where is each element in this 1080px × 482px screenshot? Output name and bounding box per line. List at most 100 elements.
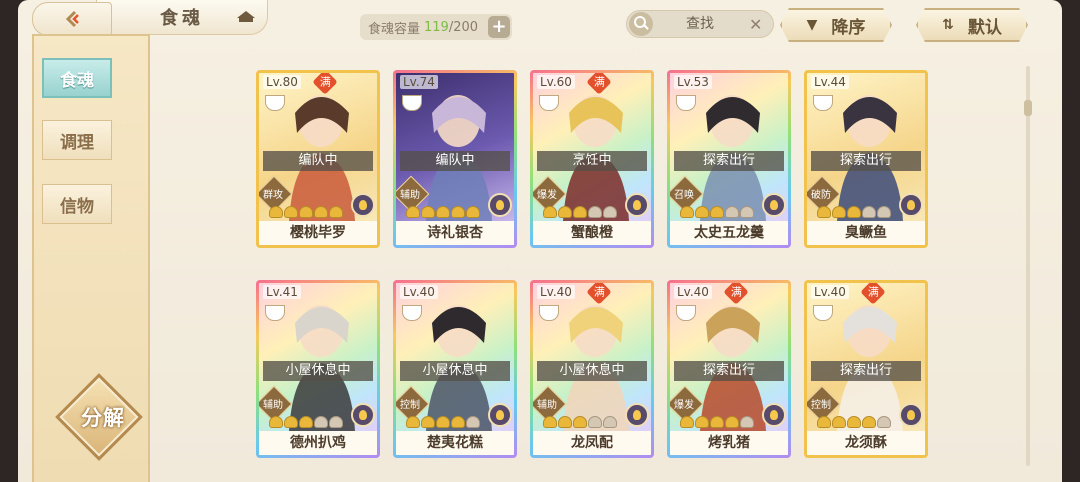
card-name: 楚夷花糕 <box>396 431 514 455</box>
star-icon <box>436 206 450 218</box>
top-bar: 食魂 食魂容量 119 /200 + ✕ <box>18 0 1062 44</box>
star-icon <box>284 206 298 218</box>
sort-mode-label: 默认 <box>967 17 1002 38</box>
star-icon <box>847 416 861 428</box>
star-icon <box>269 206 283 218</box>
element-icon <box>351 403 375 427</box>
sort-mode-button[interactable]: ⇅ 默认 <box>916 8 1028 42</box>
role-label: 召唤 <box>674 190 694 201</box>
star-icon <box>877 416 891 428</box>
sort-order-label: 降序 <box>831 17 866 38</box>
star-icon <box>680 206 694 218</box>
search-icon[interactable] <box>629 12 653 36</box>
clear-icon[interactable]: ✕ <box>749 15 762 34</box>
star-rating <box>680 206 754 218</box>
star-icon <box>466 416 480 428</box>
search-input[interactable] <box>653 15 747 33</box>
food-soul-card[interactable]: Lv.80 满编队中 群攻 樱桃毕罗 <box>256 70 380 248</box>
scrollbar-thumb[interactable] <box>1024 100 1032 116</box>
capacity-label: 食魂容量 <box>368 21 421 37</box>
sort-order-button[interactable]: ▼ 降序 <box>780 8 892 42</box>
element-icon <box>762 193 786 217</box>
role-label: 爆发 <box>674 400 694 411</box>
element-icon <box>625 403 649 427</box>
max-badge-label: 满 <box>867 285 879 298</box>
food-soul-card[interactable]: Lv.40 满探索出行 控制 龙须酥 <box>804 280 928 458</box>
bowl-icon <box>402 95 422 111</box>
status-label: 探索出行 <box>674 361 784 381</box>
star-icon <box>329 416 343 428</box>
level-label: Lv.40 <box>400 285 438 299</box>
star-icon <box>543 206 557 218</box>
star-icon <box>284 416 298 428</box>
search-box[interactable]: ✕ <box>626 10 774 38</box>
tab-label: 信物 <box>60 196 94 217</box>
card-grid: Lv.80 满编队中 群攻 樱桃毕罗 Lv.74 编队中 辅助 诗礼银杏 Lv.60 满烹饪中 爆发… <box>256 70 932 470</box>
element-icon <box>899 193 923 217</box>
food-soul-card[interactable]: Lv.53 探索出行 召唤 太史五龙羹 <box>667 70 791 248</box>
tab-conditioning[interactable]: 调理 <box>42 120 112 160</box>
max-badge-label: 满 <box>319 75 331 88</box>
tab-food-souls[interactable]: 食魂 <box>42 58 112 98</box>
star-icon <box>421 206 435 218</box>
level-label: Lv.53 <box>674 75 712 89</box>
star-icon <box>740 416 754 428</box>
chef-hat-icon <box>237 11 255 22</box>
food-soul-card[interactable]: Lv.41 小屋休息中 辅助 德州扒鸡 <box>256 280 380 458</box>
max-badge-label: 满 <box>730 285 742 298</box>
star-icon <box>269 416 283 428</box>
star-icon <box>329 206 343 218</box>
star-icon <box>436 416 450 428</box>
capacity-display: 食魂容量 119 /200 + <box>360 14 512 40</box>
star-rating <box>543 206 617 218</box>
decompose-label[interactable]: 分解 <box>70 402 136 432</box>
star-icon <box>406 206 420 218</box>
star-icon <box>451 416 465 428</box>
star-icon <box>543 416 557 428</box>
element-icon <box>762 403 786 427</box>
star-icon <box>862 416 876 428</box>
level-label: Lv.74 <box>400 75 438 89</box>
element-icon <box>899 403 923 427</box>
star-rating <box>269 416 343 428</box>
food-soul-card[interactable]: Lv.40 满小屋休息中 辅助 龙凤配 <box>530 280 654 458</box>
bowl-icon <box>265 305 285 321</box>
star-icon <box>466 206 480 218</box>
star-rating <box>817 416 891 428</box>
food-soul-card[interactable]: Lv.40 满探索出行 爆发 烤乳猪 <box>667 280 791 458</box>
card-name: 龙须酥 <box>807 431 925 455</box>
back-button[interactable] <box>32 2 112 36</box>
scrollbar-track[interactable] <box>1026 66 1030 466</box>
star-icon <box>832 206 846 218</box>
star-icon <box>573 416 587 428</box>
card-name: 太史五龙羹 <box>670 221 788 245</box>
bowl-icon <box>676 95 696 111</box>
star-icon <box>603 206 617 218</box>
bowl-icon <box>676 305 696 321</box>
food-soul-card[interactable]: Lv.74 编队中 辅助 诗礼银杏 <box>393 70 517 248</box>
bowl-icon <box>539 95 559 111</box>
food-soul-card[interactable]: Lv.60 满烹饪中 爆发 蟹酿橙 <box>530 70 654 248</box>
star-icon <box>588 416 602 428</box>
star-icon <box>695 206 709 218</box>
role-label: 爆发 <box>537 190 557 201</box>
tab-label: 食魂 <box>60 70 94 91</box>
star-rating <box>817 206 891 218</box>
star-icon <box>314 416 328 428</box>
capacity-max: /200 <box>448 19 479 35</box>
food-soul-card[interactable]: Lv.44 探索出行 破防 臭鳜鱼 <box>804 70 928 248</box>
element-icon <box>488 193 512 217</box>
role-label: 群攻 <box>263 190 283 201</box>
card-name: 樱桃毕罗 <box>259 221 377 245</box>
food-soul-card[interactable]: Lv.40 小屋休息中 控制 楚夷花糕 <box>393 280 517 458</box>
tab-tokens[interactable]: 信物 <box>42 184 112 224</box>
role-label: 控制 <box>811 400 831 411</box>
max-badge-label: 满 <box>593 285 605 298</box>
capacity-plus-button[interactable]: + <box>488 16 510 38</box>
star-icon <box>740 206 754 218</box>
status-label: 编队中 <box>400 151 510 171</box>
star-icon <box>299 206 313 218</box>
bowl-icon <box>813 305 833 321</box>
element-icon <box>488 403 512 427</box>
level-label: Lv.40 <box>674 285 712 299</box>
